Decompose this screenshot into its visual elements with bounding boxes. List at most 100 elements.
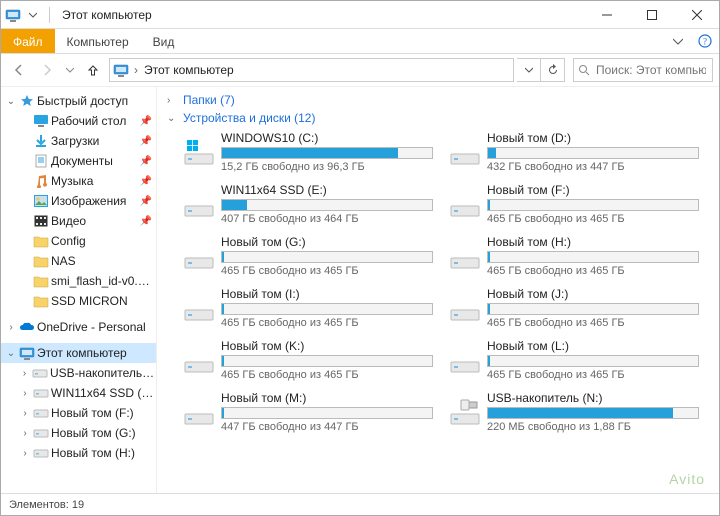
expand-icon[interactable]: ›: [19, 428, 31, 439]
up-button[interactable]: [81, 58, 105, 82]
tab-file[interactable]: Файл: [1, 29, 55, 53]
sidebar-item[interactable]: Рабочий стол📌: [1, 111, 156, 131]
drive-item[interactable]: WINDOWS10 (C:)15,2 ГБ свободно из 96,3 Г…: [179, 127, 437, 177]
expand-icon[interactable]: ›: [5, 322, 17, 333]
sidebar-item[interactable]: › Новый том (F:): [1, 403, 156, 423]
expand-icon[interactable]: ›: [19, 408, 31, 419]
search-input[interactable]: [594, 62, 708, 78]
drive-item[interactable]: Новый том (J:)465 ГБ свободно из 465 ГБ: [445, 283, 703, 333]
drive-item[interactable]: WIN11x64 SSD (E:)407 ГБ свободно из 464 …: [179, 179, 437, 229]
drive-status: 220 МБ свободно из 1,88 ГБ: [487, 421, 699, 433]
forward-button[interactable]: [35, 58, 59, 82]
address-segment[interactable]: Этот компьютер: [142, 63, 236, 77]
expand-icon[interactable]: ›: [19, 388, 31, 399]
nav-thispc-group: ⌄ Этот компьютер › USB-накопитель (N:) ›WI…: [1, 343, 156, 463]
drive-item[interactable]: Новый том (L:)465 ГБ свободно из 465 ГБ: [445, 335, 703, 385]
drive-item[interactable]: Новый том (F:)465 ГБ свободно из 465 ГБ: [445, 179, 703, 229]
tab-view[interactable]: Вид: [141, 29, 187, 53]
tab-computer[interactable]: Компьютер: [55, 29, 141, 53]
drive-name: Новый том (J:): [487, 287, 699, 301]
separator: [49, 7, 50, 23]
navigation-pane: ⌄ Быстрый доступ Рабочий стол📌Загрузки📌Д…: [1, 87, 157, 493]
recent-locations-button[interactable]: [63, 58, 77, 82]
close-button[interactable]: [674, 1, 719, 28]
drive-item[interactable]: Новый том (K:)465 ГБ свободно из 465 ГБ: [179, 335, 437, 385]
drive-icon: [33, 425, 49, 441]
capacity-bar: [487, 251, 699, 263]
expand-icon[interactable]: ›: [19, 368, 30, 379]
sidebar-item[interactable]: Изображения📌: [1, 191, 156, 211]
pictures-icon: [33, 193, 49, 209]
sidebar-item[interactable]: Загрузки📌: [1, 131, 156, 151]
sidebar-item[interactable]: ›Новый том (H:): [1, 443, 156, 463]
nav-quick-access-group: ⌄ Быстрый доступ Рабочий стол📌Загрузки📌Д…: [1, 91, 156, 311]
capacity-bar: [221, 251, 433, 263]
drive-status: 15,2 ГБ свободно из 96,3 ГБ: [221, 161, 433, 173]
address-bar[interactable]: › Этот компьютер: [109, 58, 514, 82]
capacity-bar: [221, 407, 433, 419]
collapse-icon[interactable]: ⌄: [5, 348, 17, 359]
sidebar-item[interactable]: Музыка📌: [1, 171, 156, 191]
drive-item[interactable]: Новый том (D:)432 ГБ свободно из 447 ГБ: [445, 127, 703, 177]
nav-quick-access[interactable]: ⌄ Быстрый доступ: [1, 91, 156, 111]
downloads-icon: [33, 133, 49, 149]
watermark: Avito: [669, 471, 705, 487]
drive-item[interactable]: Новый том (H:)465 ГБ свободно из 465 ГБ: [445, 231, 703, 281]
sidebar-item[interactable]: ›WIN11x64 SSD (E:): [1, 383, 156, 403]
expand-icon[interactable]: ›: [167, 95, 177, 106]
drive-icon: [449, 344, 481, 376]
search-box[interactable]: [573, 58, 713, 82]
nav-onedrive[interactable]: › OneDrive - Personal: [1, 317, 156, 337]
drive-icon: [449, 188, 481, 220]
sidebar-item[interactable]: ›Новый том (G:): [1, 423, 156, 443]
pin-icon: 📌: [140, 116, 156, 127]
sidebar-item[interactable]: smi_flash_id-v0.372a: [1, 271, 156, 291]
folder-icon: [33, 233, 49, 249]
sidebar-item[interactable]: SSD MICRON: [1, 291, 156, 311]
drive-name: Новый том (I:): [221, 287, 433, 301]
sidebar-item-label: Новый том (F:): [51, 406, 134, 420]
sidebar-item[interactable]: › USB-накопитель (N:): [1, 363, 156, 383]
sidebar-item-label: USB-накопитель (N:): [50, 366, 156, 380]
folders-section-header[interactable]: › Папки (7): [163, 91, 713, 109]
folder-icon: [33, 293, 49, 309]
expand-icon[interactable]: ›: [19, 448, 31, 459]
sidebar-item[interactable]: Документы📌: [1, 151, 156, 171]
navigation-bar: › Этот компьютер: [1, 54, 719, 87]
folder-icon: [33, 273, 49, 289]
sidebar-item[interactable]: NAS: [1, 251, 156, 271]
sidebar-item[interactable]: Видео📌: [1, 211, 156, 231]
collapse-icon[interactable]: ⌄: [167, 113, 177, 124]
collapse-icon[interactable]: ⌄: [5, 96, 17, 107]
drive-item[interactable]: Новый том (M:)447 ГБ свободно из 447 ГБ: [179, 387, 437, 437]
music-icon: [33, 173, 49, 189]
capacity-bar: [487, 355, 699, 367]
maximize-button[interactable]: [629, 1, 674, 28]
drive-icon: [183, 240, 215, 272]
help-button[interactable]: ?: [691, 29, 719, 53]
minimize-button[interactable]: [584, 1, 629, 28]
address-dropdown-button[interactable]: [517, 58, 541, 82]
drive-item[interactable]: Новый том (I:)465 ГБ свободно из 465 ГБ: [179, 283, 437, 333]
refresh-button[interactable]: [541, 58, 565, 82]
drives-list: WINDOWS10 (C:)15,2 ГБ свободно из 96,3 Г…: [163, 127, 713, 437]
drive-item[interactable]: Новый том (G:)465 ГБ свободно из 465 ГБ: [179, 231, 437, 281]
chevron-right-icon[interactable]: ›: [130, 63, 142, 77]
drive-item[interactable]: USB-накопитель (N:)220 МБ свободно из 1,…: [445, 387, 703, 437]
capacity-bar: [221, 303, 433, 315]
tab-file-label: Файл: [13, 35, 43, 49]
pin-icon: 📌: [140, 136, 156, 147]
pin-icon: 📌: [140, 196, 156, 207]
drives-section-header[interactable]: ⌄ Устройства и диски (12): [163, 109, 713, 127]
thispc-icon: [5, 7, 21, 23]
qat-dropdown-icon[interactable]: [25, 7, 41, 23]
drive-name: Новый том (M:): [221, 391, 433, 405]
sidebar-item[interactable]: Config: [1, 231, 156, 251]
capacity-bar: [221, 199, 433, 211]
pin-icon: 📌: [140, 216, 156, 227]
ribbon-expand-button[interactable]: [665, 29, 691, 53]
back-button[interactable]: [7, 58, 31, 82]
quick-access-toolbar: [1, 1, 58, 28]
drive-name: Новый том (K:): [221, 339, 433, 353]
nav-thispc[interactable]: ⌄ Этот компьютер: [1, 343, 156, 363]
